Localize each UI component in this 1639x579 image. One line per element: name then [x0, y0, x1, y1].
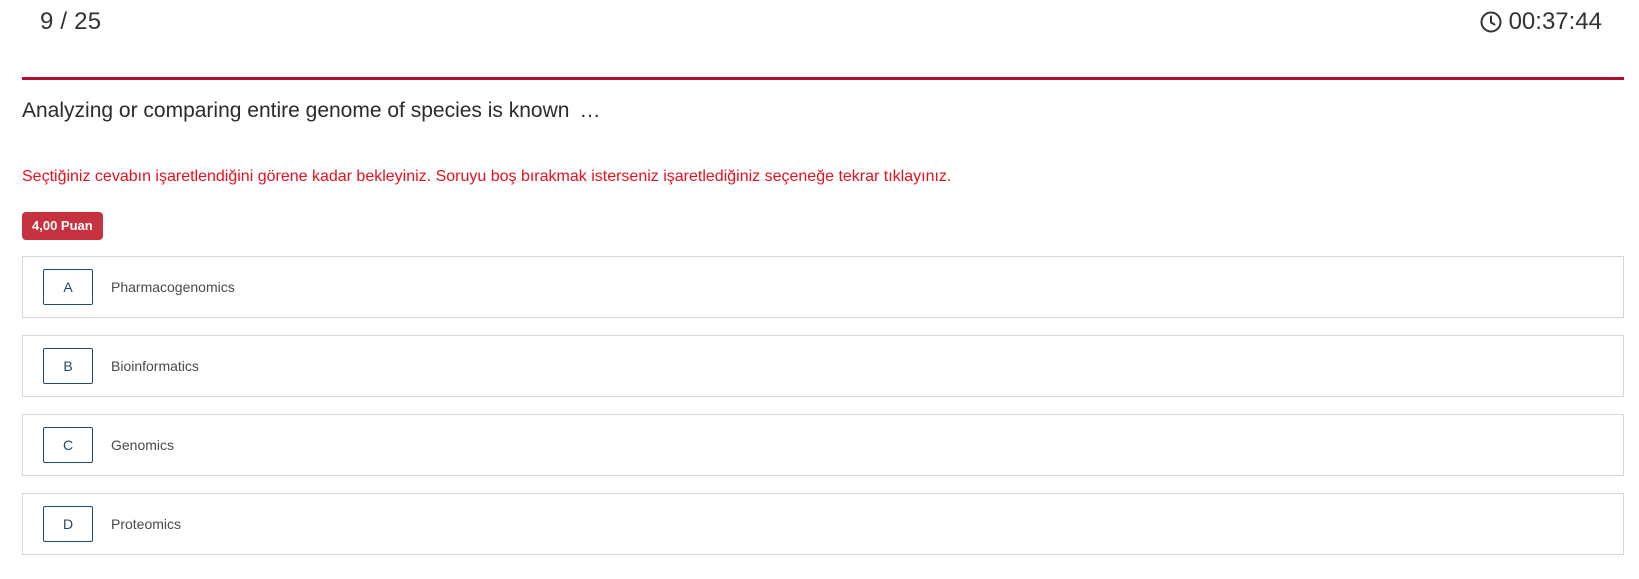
- option-letter[interactable]: B: [43, 348, 93, 384]
- question-body: Analyzing or comparing entire genome of …: [22, 99, 570, 122]
- option-letter[interactable]: A: [43, 269, 93, 305]
- option-d[interactable]: D Proteomics: [22, 493, 1624, 555]
- clock-icon: [1479, 10, 1503, 34]
- points-badge: 4,00 Puan: [22, 212, 103, 240]
- option-letter[interactable]: D: [43, 506, 93, 542]
- countdown-timer: 00:37:44: [1479, 8, 1602, 36]
- option-text: Pharmacogenomics: [111, 279, 235, 295]
- option-b[interactable]: B Bioinformatics: [22, 335, 1624, 397]
- option-letter[interactable]: C: [43, 427, 93, 463]
- question-ellipsis: …: [579, 99, 601, 122]
- question-text: Analyzing or comparing entire genome of …: [22, 99, 600, 123]
- option-text: Proteomics: [111, 516, 182, 532]
- timer-value: 00:37:44: [1508, 8, 1602, 35]
- exam-header: 9 / 25 00:37:44: [22, 0, 1624, 80]
- option-text: Bioinformatics: [111, 358, 199, 374]
- option-a[interactable]: A Pharmacogenomics: [22, 256, 1624, 318]
- option-text: Genomics: [111, 437, 175, 453]
- answer-options: A Pharmacogenomics B Bioinformatics C Ge…: [22, 256, 1624, 572]
- option-c[interactable]: C Genomics: [22, 414, 1624, 476]
- question-counter: 9 / 25: [40, 8, 102, 35]
- answer-warning: Seçtiğiniz cevabın işaretlendiğini gören…: [22, 168, 952, 185]
